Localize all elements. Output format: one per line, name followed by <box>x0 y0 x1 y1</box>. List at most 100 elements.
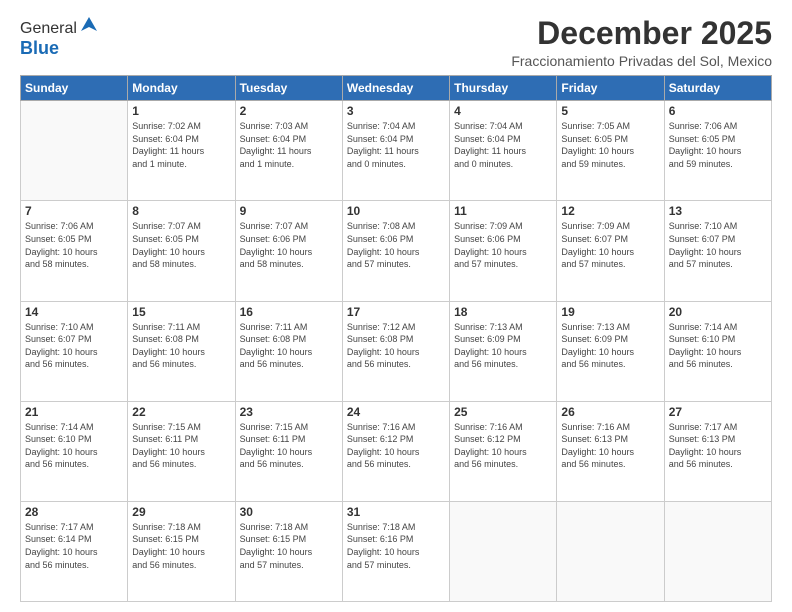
day-info: Sunrise: 7:13 AMSunset: 6:09 PMDaylight:… <box>561 321 659 371</box>
calendar-cell: 29Sunrise: 7:18 AMSunset: 6:15 PMDayligh… <box>128 501 235 601</box>
header: General Blue December 2025 Fraccionamien… <box>20 16 772 69</box>
day-info: Sunrise: 7:04 AMSunset: 6:04 PMDaylight:… <box>454 120 552 170</box>
calendar-cell: 19 Sunrise: 7:13 AMSunset: 6:09 PMDayligh… <box>557 301 664 401</box>
calendar-cell: 12 Sunrise: 7:09 AMSunset: 6:07 PMDayligh… <box>557 201 664 301</box>
day-info: Sunrise: 7:11 AMSunset: 6:08 PMDaylight:… <box>240 321 338 371</box>
day-info: Sunrise: 7:12 AMSunset: 6:08 PMDaylight:… <box>347 321 445 371</box>
calendar-cell <box>664 501 771 601</box>
calendar-cell: 20Sunrise: 7:14 AMSunset: 6:10 PMDayligh… <box>664 301 771 401</box>
calendar-cell: 28Sunrise: 7:17 AMSunset: 6:14 PMDayligh… <box>21 501 128 601</box>
day-info: Sunrise: 7:18 AMSunset: 6:16 PMDaylight:… <box>347 521 445 571</box>
calendar-cell: 21 Sunrise: 7:14 AMSunset: 6:10 PMDayligh… <box>21 401 128 501</box>
calendar-cell: 14 Sunrise: 7:10 AMSunset: 6:07 PMDayligh… <box>21 301 128 401</box>
day-info: Sunrise: 7:18 AMSunset: 6:15 PMDaylight:… <box>240 521 338 571</box>
day-info: Sunrise: 7:15 AMSunset: 6:11 PMDaylight:… <box>240 421 338 471</box>
calendar-cell: 27 Sunrise: 7:17 AMSunset: 6:13 PMDayligh… <box>664 401 771 501</box>
calendar-cell: 18Sunrise: 7:13 AMSunset: 6:09 PMDayligh… <box>450 301 557 401</box>
day-info: Sunrise: 7:07 AMSunset: 6:05 PMDaylight:… <box>132 220 230 270</box>
day-info: Sunrise: 7:16 AMSunset: 6:12 PMDaylight:… <box>454 421 552 471</box>
col-sunday: Sunday <box>21 76 128 101</box>
day-number: 17 <box>347 305 445 319</box>
calendar-cell: 16 Sunrise: 7:11 AMSunset: 6:08 PMDayligh… <box>235 301 342 401</box>
col-saturday: Saturday <box>664 76 771 101</box>
col-thursday: Thursday <box>450 76 557 101</box>
calendar-cell: 15Sunrise: 7:11 AMSunset: 6:08 PMDayligh… <box>128 301 235 401</box>
logo: General Blue <box>20 20 99 59</box>
day-number: 23 <box>240 405 338 419</box>
day-info: Sunrise: 7:09 AMSunset: 6:07 PMDaylight:… <box>561 220 659 270</box>
day-number: 20 <box>669 305 767 319</box>
day-info: Sunrise: 7:07 AMSunset: 6:06 PMDaylight:… <box>240 220 338 270</box>
day-info: Sunrise: 7:02 AMSunset: 6:04 PMDaylight:… <box>132 120 230 170</box>
day-number: 8 <box>132 204 230 218</box>
calendar-cell: 24 Sunrise: 7:16 AMSunset: 6:12 PMDayligh… <box>342 401 449 501</box>
calendar-cell: 31Sunrise: 7:18 AMSunset: 6:16 PMDayligh… <box>342 501 449 601</box>
logo-blue-text: Blue <box>20 38 59 58</box>
calendar-cell: 9Sunrise: 7:07 AMSunset: 6:06 PMDaylight… <box>235 201 342 301</box>
day-number: 19 <box>561 305 659 319</box>
day-number: 15 <box>132 305 230 319</box>
day-number: 14 <box>25 305 123 319</box>
day-number: 5 <box>561 104 659 118</box>
day-number: 11 <box>454 204 552 218</box>
day-number: 1 <box>132 104 230 118</box>
day-number: 16 <box>240 305 338 319</box>
day-info: Sunrise: 7:05 AMSunset: 6:05 PMDaylight:… <box>561 120 659 170</box>
day-number: 2 <box>240 104 338 118</box>
calendar-cell <box>557 501 664 601</box>
day-number: 24 <box>347 405 445 419</box>
day-number: 27 <box>669 405 767 419</box>
day-number: 22 <box>132 405 230 419</box>
col-wednesday: Wednesday <box>342 76 449 101</box>
calendar-cell: 25Sunrise: 7:16 AMSunset: 6:12 PMDayligh… <box>450 401 557 501</box>
week-row-2: 7 Sunrise: 7:06 AMSunset: 6:05 PMDaylight… <box>21 201 772 301</box>
calendar-cell: 3 Sunrise: 7:04 AMSunset: 6:04 PMDaylight… <box>342 101 449 201</box>
col-tuesday: Tuesday <box>235 76 342 101</box>
day-info: Sunrise: 7:06 AMSunset: 6:05 PMDaylight:… <box>669 120 767 170</box>
day-number: 30 <box>240 505 338 519</box>
day-number: 6 <box>669 104 767 118</box>
day-number: 12 <box>561 204 659 218</box>
day-info: Sunrise: 7:14 AMSunset: 6:10 PMDaylight:… <box>25 421 123 471</box>
logo-icon <box>79 15 99 35</box>
day-number: 13 <box>669 204 767 218</box>
calendar-cell: 5 Sunrise: 7:05 AMSunset: 6:05 PMDaylight… <box>557 101 664 201</box>
col-monday: Monday <box>128 76 235 101</box>
month-title: December 2025 <box>511 16 772 51</box>
calendar-table: Sunday Monday Tuesday Wednesday Thursday… <box>20 75 772 602</box>
calendar-cell: 8 Sunrise: 7:07 AMSunset: 6:05 PMDaylight… <box>128 201 235 301</box>
day-number: 18 <box>454 305 552 319</box>
page: General Blue December 2025 Fraccionamien… <box>0 0 792 612</box>
calendar-cell: 11Sunrise: 7:09 AMSunset: 6:06 PMDayligh… <box>450 201 557 301</box>
day-number: 4 <box>454 104 552 118</box>
day-info: Sunrise: 7:06 AMSunset: 6:05 PMDaylight:… <box>25 220 123 270</box>
calendar-cell <box>21 101 128 201</box>
day-number: 21 <box>25 405 123 419</box>
day-info: Sunrise: 7:03 AMSunset: 6:04 PMDaylight:… <box>240 120 338 170</box>
calendar-cell: 17 Sunrise: 7:12 AMSunset: 6:08 PMDayligh… <box>342 301 449 401</box>
day-info: Sunrise: 7:16 AMSunset: 6:13 PMDaylight:… <box>561 421 659 471</box>
calendar-cell: 1 Sunrise: 7:02 AMSunset: 6:04 PMDaylight… <box>128 101 235 201</box>
calendar-cell: 13 Sunrise: 7:10 AMSunset: 6:07 PMDayligh… <box>664 201 771 301</box>
calendar-cell: 26Sunrise: 7:16 AMSunset: 6:13 PMDayligh… <box>557 401 664 501</box>
week-row-4: 21 Sunrise: 7:14 AMSunset: 6:10 PMDayligh… <box>21 401 772 501</box>
col-friday: Friday <box>557 76 664 101</box>
day-info: Sunrise: 7:16 AMSunset: 6:12 PMDaylight:… <box>347 421 445 471</box>
calendar-cell: 23 Sunrise: 7:15 AMSunset: 6:11 PMDayligh… <box>235 401 342 501</box>
day-info: Sunrise: 7:10 AMSunset: 6:07 PMDaylight:… <box>25 321 123 371</box>
subtitle: Fraccionamiento Privadas del Sol, Mexico <box>511 53 772 69</box>
day-info: Sunrise: 7:04 AMSunset: 6:04 PMDaylight:… <box>347 120 445 170</box>
day-info: Sunrise: 7:10 AMSunset: 6:07 PMDaylight:… <box>669 220 767 270</box>
day-number: 3 <box>347 104 445 118</box>
day-number: 7 <box>25 204 123 218</box>
day-number: 28 <box>25 505 123 519</box>
calendar-cell: 4 Sunrise: 7:04 AMSunset: 6:04 PMDaylight… <box>450 101 557 201</box>
week-row-3: 14 Sunrise: 7:10 AMSunset: 6:07 PMDayligh… <box>21 301 772 401</box>
calendar-cell: 6 Sunrise: 7:06 AMSunset: 6:05 PMDaylight… <box>664 101 771 201</box>
week-row-5: 28Sunrise: 7:17 AMSunset: 6:14 PMDayligh… <box>21 501 772 601</box>
day-info: Sunrise: 7:08 AMSunset: 6:06 PMDaylight:… <box>347 220 445 270</box>
day-info: Sunrise: 7:17 AMSunset: 6:13 PMDaylight:… <box>669 421 767 471</box>
title-block: December 2025 Fraccionamiento Privadas d… <box>511 16 772 69</box>
calendar-cell: 30 Sunrise: 7:18 AMSunset: 6:15 PMDayligh… <box>235 501 342 601</box>
calendar-cell: 7 Sunrise: 7:06 AMSunset: 6:05 PMDaylight… <box>21 201 128 301</box>
